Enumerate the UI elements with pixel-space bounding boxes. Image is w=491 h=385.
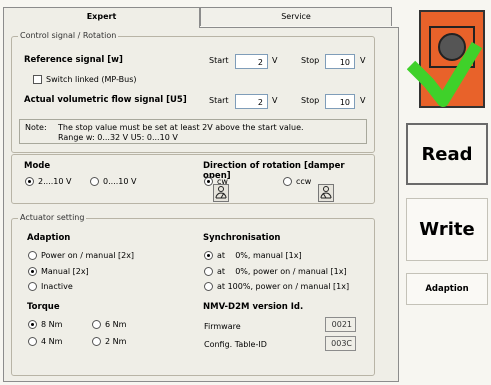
expert-panel: Control signal / Rotation Reference sign…	[3, 27, 399, 382]
sync-option-0-power-on: at 0%, power on / manual [1x]	[217, 267, 347, 276]
torque-option-4nm: 4 Nm	[41, 337, 63, 346]
control-signal-group: Control signal / Rotation Reference sign…	[11, 31, 375, 153]
torque-option-2nm: 2 Nm	[105, 337, 127, 346]
ref-start-unit: V	[272, 56, 278, 65]
actuator-setting-group-title: Actuator setting	[18, 213, 87, 222]
mode-radio-2-10v[interactable]	[25, 177, 34, 186]
note-line2: Range w: 0...32 V U5: 0...10 V	[58, 133, 178, 142]
mode-option-0-10v: 0....10 V	[103, 177, 137, 186]
version-title: NMV-D2M version Id.	[203, 302, 304, 312]
sync-radio-0-manual[interactable]	[204, 251, 213, 260]
act-start-unit: V	[272, 96, 278, 105]
config-table-label: Config. Table-ID	[204, 340, 267, 349]
actuator-setting-group: Actuator setting Adaption Power on / man…	[11, 213, 375, 376]
device-status-icon	[406, 5, 487, 115]
direction-radio-ccw[interactable]	[283, 177, 292, 186]
adaption-radio-inactive[interactable]	[28, 282, 37, 291]
tab-service[interactable]: Service	[200, 7, 392, 26]
adaption-title: Adaption	[27, 233, 71, 243]
adaption-option-manual: Manual [2x]	[41, 267, 89, 276]
switch-linked-checkbox[interactable]	[33, 75, 42, 84]
torque-radio-2nm[interactable]	[92, 337, 101, 346]
actual-flow-signal-label: Actual volumetric flow signal [U5]	[24, 95, 187, 105]
torque-radio-8nm[interactable]	[28, 320, 37, 329]
ref-stop-unit: V	[360, 56, 366, 65]
sync-radio-100-power-on[interactable]	[204, 282, 213, 291]
ref-stop-input[interactable]: 10	[325, 54, 355, 69]
act-stop-input[interactable]: 10	[325, 94, 355, 109]
control-signal-group-title: Control signal / Rotation	[18, 31, 119, 40]
adaption-radio-manual[interactable]	[28, 267, 37, 276]
sync-option-0-manual: at 0%, manual [1x]	[217, 251, 302, 260]
sync-radio-0-power-on[interactable]	[204, 267, 213, 276]
ccw-rotation-icon[interactable]	[318, 184, 334, 202]
adaption-button[interactable]: Adaption	[406, 273, 488, 305]
torque-option-6nm: 6 Nm	[105, 320, 127, 329]
adaption-option-inactive: Inactive	[41, 282, 73, 291]
direction-option-ccw: ccw	[296, 177, 312, 186]
note-label: Note:	[25, 123, 47, 132]
act-stop-unit: V	[360, 96, 366, 105]
firmware-value: 0021	[325, 317, 356, 332]
adaption-option-power-on: Power on / manual [2x]	[41, 251, 135, 260]
torque-title: Torque	[27, 302, 60, 312]
reference-signal-label: Reference signal [w]	[24, 55, 123, 65]
ref-stop-label: Stop	[301, 56, 320, 65]
act-stop-label: Stop	[301, 96, 320, 105]
act-start-input[interactable]: 2	[235, 94, 268, 109]
cw-rotation-icon[interactable]	[213, 184, 229, 202]
mode-option-2-10v: 2....10 V	[38, 177, 72, 186]
mode-title: Mode	[24, 161, 51, 171]
note-box: Note: The stop value must be set at leas…	[19, 119, 367, 144]
adaption-radio-power-on[interactable]	[28, 251, 37, 260]
firmware-label: Firmware	[204, 322, 241, 331]
torque-radio-4nm[interactable]	[28, 337, 37, 346]
switch-linked-label: Switch linked (MP-Bus)	[46, 75, 137, 84]
ref-start-input[interactable]: 2	[235, 54, 268, 69]
ref-start-label: Start	[209, 56, 229, 65]
write-button[interactable]: Write	[406, 198, 488, 261]
sync-option-100-power-on: at 100%, power on / manual [1x]	[217, 282, 350, 291]
read-button[interactable]: Read	[406, 123, 488, 185]
mode-radio-0-10v[interactable]	[90, 177, 99, 186]
config-table-value: 003C	[325, 336, 356, 351]
torque-option-8nm: 8 Nm	[41, 320, 63, 329]
torque-radio-6nm[interactable]	[92, 320, 101, 329]
sync-title: Synchronisation	[203, 233, 281, 243]
tab-expert[interactable]: Expert	[3, 7, 200, 28]
direction-radio-cw[interactable]	[204, 177, 213, 186]
mode-direction-group: Mode 2....10 V 0....10 V Direction of ro…	[11, 154, 375, 204]
act-start-label: Start	[209, 96, 229, 105]
note-line1: The stop value must be set at least 2V a…	[58, 123, 304, 132]
